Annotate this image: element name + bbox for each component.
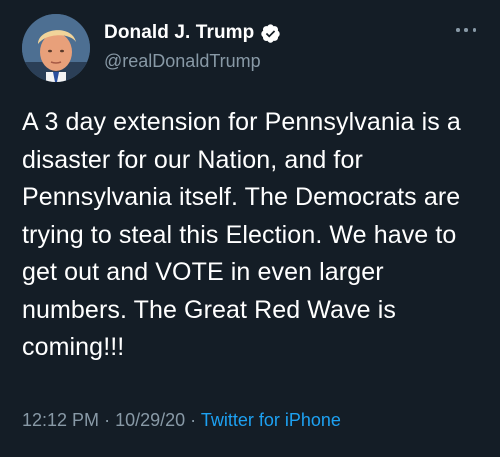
more-options-icon[interactable]: [456, 26, 476, 34]
dot: [464, 28, 468, 32]
tweet-text-line: trying to steal this Election. We have t…: [22, 220, 457, 249]
tweet-text-line: A 3 day extension for Pennsylvania is a: [22, 108, 461, 136]
tweet-text-line: coming!!!: [22, 333, 125, 361]
meta-separator: ·: [104, 410, 116, 430]
meta-separator: ·: [190, 410, 201, 430]
tweet-text-line: get out and VOTE in even larger: [22, 258, 384, 286]
dot: [456, 28, 460, 32]
tweet-date[interactable]: 10/29/20: [115, 410, 185, 430]
tweet-source-link[interactable]: Twitter for iPhone: [201, 410, 341, 430]
author-display-name[interactable]: Donald J. Trump: [104, 22, 254, 44]
verified-badge-icon: [260, 23, 281, 44]
author-handle[interactable]: @realDonaldTrump: [104, 51, 261, 72]
tweet-text-line: numbers. The Great Red Wave is: [22, 295, 396, 324]
tweet-card: Donald J. Trump @realDonaldTrump A 3 day…: [0, 0, 500, 457]
tweet-meta: 12:12 PM · 10/29/20 · Twitter for iPhone: [22, 410, 341, 431]
tweet-text: A 3 day extension for Pennsylvania is a …: [22, 104, 490, 367]
author-name-row[interactable]: Donald J. Trump: [104, 20, 281, 46]
dot: [472, 28, 476, 32]
avatar[interactable]: [22, 14, 90, 82]
tweet-text-line: disaster for our Nation, and for: [22, 145, 363, 174]
tweet-time[interactable]: 12:12 PM: [22, 410, 99, 430]
tweet-text-line: Pennsylvania itself. The Democrats are: [22, 183, 461, 211]
profile-photo-icon: [22, 14, 90, 82]
